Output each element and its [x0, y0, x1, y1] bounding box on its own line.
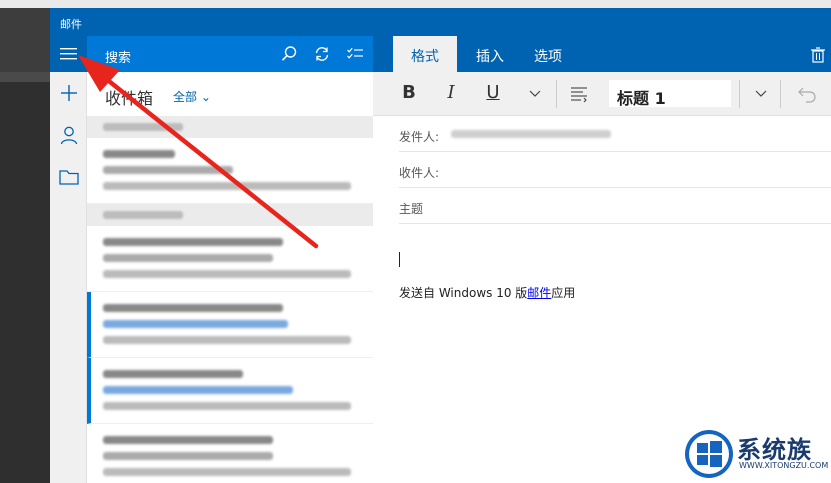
- title-bar: 邮件: [50, 8, 831, 36]
- filter-label: 全部: [173, 90, 198, 104]
- tab-insert-label: 插入: [476, 49, 504, 65]
- chevron-down-icon[interactable]: [528, 86, 542, 100]
- left-rail: [50, 36, 87, 483]
- message-list: [87, 116, 373, 483]
- folder-icon[interactable]: [58, 166, 80, 188]
- message-item[interactable]: [87, 292, 373, 358]
- message-item[interactable]: [87, 226, 373, 292]
- italic-label: I: [447, 82, 455, 103]
- format-toolbar: B I U 标题 1: [373, 72, 831, 116]
- hamburger-icon: [60, 48, 77, 60]
- list-header: 搜索: [87, 36, 373, 72]
- tab-options[interactable]: 选项: [523, 36, 573, 72]
- italic-button[interactable]: I: [439, 82, 463, 106]
- watermark-text: 系统族: [737, 436, 812, 464]
- style-value: 标题 1: [617, 89, 666, 108]
- message-item[interactable]: [87, 358, 373, 424]
- signature-suffix: 应用: [551, 286, 576, 300]
- signature-prefix: 发送自 Windows 10 版: [399, 286, 528, 300]
- style-dropdown[interactable]: 标题 1: [609, 80, 731, 108]
- subject-field[interactable]: 主题: [399, 188, 831, 224]
- text-caret: [399, 252, 400, 267]
- divider: [556, 80, 557, 108]
- new-mail-plus-icon[interactable]: [58, 82, 80, 104]
- background-window-bar: [0, 8, 50, 72]
- from-address-blurred: [451, 130, 611, 138]
- background-window: [0, 8, 50, 483]
- search-icon[interactable]: [280, 45, 298, 63]
- bold-button[interactable]: B: [397, 82, 421, 106]
- app-title: 邮件: [60, 18, 82, 31]
- tab-insert[interactable]: 插入: [465, 36, 515, 72]
- trash-icon[interactable]: [809, 46, 827, 64]
- date-group-header: [87, 204, 373, 226]
- divider: [780, 80, 781, 108]
- tab-format[interactable]: 格式: [393, 36, 457, 72]
- filter-dropdown[interactable]: 全部 ⌄: [173, 88, 211, 105]
- ribbon-tabs: 格式 插入 选项: [373, 36, 831, 72]
- mail-app-window: 邮件 搜索 收件箱 全部 ⌄ 格式 插入 选项 B I U 标题 1 发件人: …: [50, 8, 831, 483]
- chevron-down-icon[interactable]: [754, 86, 768, 100]
- select-mode-icon[interactable]: [346, 45, 364, 63]
- watermark: 系统族 WWW.XITONGZU.COM: [683, 428, 831, 483]
- watermark-sub: WWW.XITONGZU.COM: [739, 461, 829, 470]
- from-label: 发件人:: [399, 130, 440, 144]
- date-group-header: [87, 116, 373, 138]
- paragraph-format-icon[interactable]: [569, 84, 589, 104]
- signature-link[interactable]: 邮件: [527, 286, 551, 300]
- message-item[interactable]: [87, 424, 373, 483]
- search-label[interactable]: 搜索: [105, 47, 131, 66]
- tab-format-label: 格式: [411, 49, 439, 65]
- undo-icon[interactable]: [797, 84, 817, 104]
- underline-button[interactable]: U: [481, 82, 505, 106]
- background-window-strip: [0, 72, 50, 82]
- hamburger-menu-button[interactable]: [50, 36, 87, 72]
- people-icon[interactable]: [58, 124, 80, 146]
- sync-icon[interactable]: [313, 45, 331, 63]
- chevron-down-icon: ⌄: [200, 90, 211, 104]
- to-field[interactable]: 收件人:: [399, 152, 831, 188]
- to-label: 收件人:: [399, 166, 440, 180]
- bold-label: B: [402, 82, 416, 103]
- folder-name: 收件箱: [105, 89, 154, 108]
- folder-bar: 收件箱 全部 ⌄: [87, 72, 373, 116]
- message-item[interactable]: [87, 138, 373, 204]
- from-field[interactable]: 发件人:: [399, 116, 831, 152]
- subject-label: 主题: [399, 202, 424, 216]
- signature: 发送自 Windows 10 版邮件应用: [399, 284, 575, 301]
- screenshot-root: { "app": {"title": "邮件"}, "header": { "s…: [0, 0, 831, 483]
- tab-options-label: 选项: [534, 49, 562, 65]
- watermark-logo-icon: [685, 430, 733, 478]
- browser-bookmark-strip: [0, 0, 831, 8]
- divider: [739, 80, 740, 108]
- underline-label: U: [486, 82, 500, 103]
